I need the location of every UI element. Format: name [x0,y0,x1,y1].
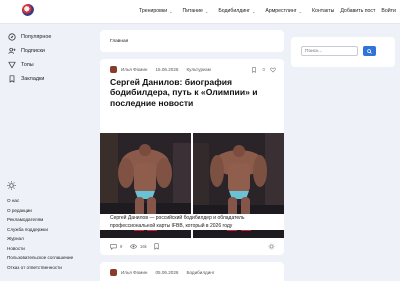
bookmark-icon [154,243,159,250]
footer-link-disclaimer[interactable]: Отказ от ответственности [7,263,73,273]
post-actions: 9 16k [100,238,284,254]
search-icon [367,48,372,54]
search-input[interactable] [301,46,358,56]
compass-icon [8,33,16,41]
bookmark-icon[interactable] [251,66,257,73]
sidebar-item-label: Закладки [21,76,45,82]
footer-link-advertisers[interactable]: Рекламодателям [7,215,73,225]
avatar[interactable] [110,66,117,73]
footer-link-news[interactable]: Новости [7,244,73,254]
sidebar-item-label: Популярное [21,34,52,40]
post-excerpt: Сергей Данилов — российский бодибилдер и… [100,214,284,230]
post-date: 05.06.2026 [155,270,179,275]
search-button[interactable] [363,46,376,56]
footer-link-user-agreement[interactable]: Пользовательское соглашение [7,253,73,263]
comments-count: 9 [120,244,123,249]
trophy-icon [8,61,16,69]
nav-label: Войти [381,8,396,14]
nav-item-nutrition[interactable]: Питание ⌄ [182,8,208,14]
chevron-down-icon: ⌄ [204,8,209,14]
views-count: 16k [140,244,147,249]
sun-icon [7,181,16,190]
post-author[interactable]: Илья Фомин [121,67,147,72]
nav-item-add-post[interactable]: Добавить пост [340,8,375,14]
save-bookmark-button[interactable] [153,243,163,250]
chevron-down-icon: ⌄ [298,8,302,14]
footer-link-magazine[interactable]: Журнал [7,234,73,244]
theme-toggle-button[interactable] [7,177,16,190]
comment-icon [110,244,117,250]
post-settings-button[interactable] [268,243,278,250]
gear-icon [268,243,275,250]
nav-label: Армрестлинг [265,8,297,14]
chevron-down-icon: ⌄ [252,8,256,14]
post-card: Илья Фомин 05.06.2026 Бодибилдинг [100,262,284,281]
breadcrumb-home[interactable]: Главная [110,39,128,44]
site-logo[interactable] [22,4,34,16]
sidebar-item-subscriptions[interactable]: Подписки [8,44,94,58]
post-title[interactable]: Сергей Данилов: биография бодибилдера, п… [110,77,276,108]
post-author[interactable]: Илья Фомин [121,270,147,275]
sidebar-item-label: Топы [21,62,34,68]
footer-links: О нас О редакции Рекламодателям Служба п… [7,196,73,272]
nav-label: Добавить пост [340,8,376,14]
avatar[interactable] [110,269,117,276]
sidebar-item-popular[interactable]: Популярное [8,30,94,44]
footer-link-support[interactable]: Служба поддержки [7,225,73,235]
nav-label: Бодибилдинг [218,8,250,14]
main-nav: Тренировки ⌄ Питание ⌄ Бодибилдинг ⌄ Армрес… [139,8,400,14]
nav-label: Контакты [311,8,335,14]
nav-item-training[interactable]: Тренировки ⌄ [139,8,172,14]
sidebar-item-tops[interactable]: Топы [8,58,94,72]
post-date: 15.06.2026 [155,67,179,72]
left-sidebar: Популярное Подписки Топы Закладки [8,30,94,86]
top-navigation-bar: Тренировки ⌄ Питание ⌄ Бодибилдинг ⌄ Армрес… [0,0,400,24]
chevron-down-icon: ⌄ [169,8,173,14]
breadcrumb: Главная [100,30,284,52]
views-counter: 16k [130,243,147,250]
nav-item-bodybuilding[interactable]: Бодибилдинг ⌄ [218,8,255,14]
nav-item-contacts[interactable]: Контакты [312,8,334,14]
comments-button[interactable]: 9 [110,243,122,250]
post-meta: Илья Фомин 05.06.2026 Бодибилдинг [110,269,276,276]
nav-label: Тренировки [139,8,168,14]
post-category[interactable]: Культуризм [186,67,210,72]
eye-icon [130,244,137,249]
search-widget [291,37,395,67]
person-add-icon [8,47,16,55]
post-category[interactable]: Бодибилдинг [186,270,214,275]
nav-item-login[interactable]: Войти [381,8,396,14]
bookmark-icon [8,75,16,83]
nav-label: Питание [182,8,203,14]
footer-link-about[interactable]: О нас [7,196,73,206]
sidebar-item-label: Подписки [21,48,45,54]
post-bookmark-count: 0 [262,67,265,72]
sidebar-item-bookmarks[interactable]: Закладки [8,72,94,86]
nav-item-armwrestling[interactable]: Армрестлинг ⌄ [265,8,302,14]
post-meta: Илья Фомин 15.06.2026 Культуризм 0 [110,66,276,73]
footer-link-editorial[interactable]: О редакции [7,206,73,216]
heart-icon[interactable] [270,67,276,73]
